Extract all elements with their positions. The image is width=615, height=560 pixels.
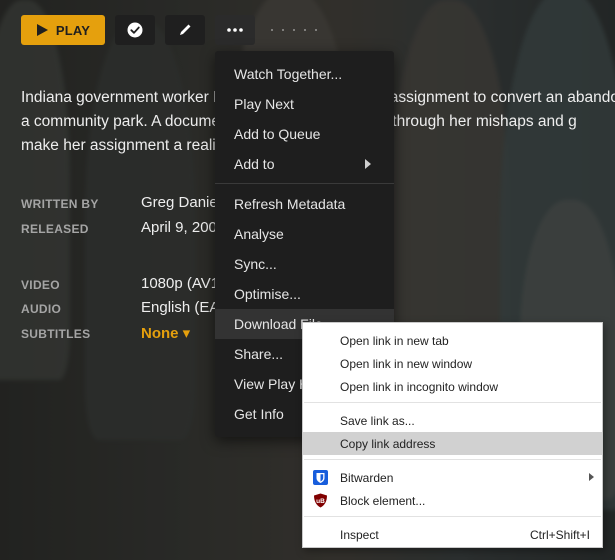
ctx-open-incognito[interactable]: Open link in incognito window (303, 375, 602, 398)
ctx-block-element[interactable]: uB Block element... (303, 489, 602, 512)
ctx-item-label: Open link in new window (340, 356, 473, 371)
subtitles-label: SUBTITLES (21, 327, 91, 341)
action-toolbar: PLAY (21, 15, 317, 45)
check-icon (127, 22, 143, 38)
ublock-shield-icon: uB (314, 493, 327, 508)
menu-item-label: Watch Together... (234, 66, 343, 82)
menu-item-label: Play Next (234, 96, 294, 112)
ctx-save-link-as[interactable]: Save link as... (303, 409, 602, 432)
ctx-item-label: Open link in new tab (340, 333, 449, 348)
browser-context-menu: Open link in new tab Open link in new wi… (302, 322, 603, 548)
subtitles-select[interactable]: None ▾ (141, 324, 190, 342)
released-label: RELEASED (21, 222, 89, 236)
audio-label: AUDIO (21, 302, 62, 316)
ctx-divider (304, 402, 601, 403)
ctx-divider (304, 459, 601, 460)
menu-item-add-to-queue[interactable]: Add to Queue (215, 119, 394, 149)
menu-item-label: Optimise... (234, 286, 301, 302)
menu-item-label: Add to Queue (234, 126, 321, 142)
menu-item-optimise[interactable]: Optimise... (215, 279, 394, 309)
submenu-arrow-icon (589, 473, 594, 481)
menu-item-analyse[interactable]: Analyse (215, 219, 394, 249)
ctx-open-new-window[interactable]: Open link in new window (303, 352, 602, 375)
menu-item-label: Sync... (234, 256, 277, 272)
video-label: VIDEO (21, 278, 60, 292)
ctx-copy-link-address[interactable]: Copy link address (303, 432, 602, 455)
svg-text:uB: uB (316, 498, 325, 505)
play-button-label: PLAY (55, 22, 91, 38)
ctx-item-label: Block element... (340, 493, 426, 508)
ctx-item-label: Copy link address (340, 436, 436, 451)
ctx-item-label: Inspect (340, 527, 379, 542)
ctx-item-label: Bitwarden (340, 470, 394, 485)
ctx-shortcut: Ctrl+Shift+I (529, 527, 590, 542)
menu-item-label: Add to (234, 156, 275, 172)
menu-item-label: Refresh Metadata (234, 196, 346, 212)
menu-item-sync[interactable]: Sync... (215, 249, 394, 279)
edit-button[interactable] (165, 15, 205, 45)
more-icon (227, 28, 243, 32)
ctx-inspect[interactable]: Inspect Ctrl+Shift+I (303, 523, 602, 546)
ctx-bitwarden[interactable]: Bitwarden (303, 466, 602, 489)
menu-item-watch-together[interactable]: Watch Together... (215, 59, 394, 89)
play-icon (36, 24, 48, 36)
menu-item-play-next[interactable]: Play Next (215, 89, 394, 119)
pencil-icon (180, 24, 191, 35)
menu-item-add-to[interactable]: Add to (215, 149, 394, 179)
written-by-label: WRITTEN BY (21, 197, 99, 211)
menu-item-refresh-metadata[interactable]: Refresh Metadata (215, 189, 394, 219)
ctx-open-new-tab[interactable]: Open link in new tab (303, 329, 602, 352)
menu-divider (215, 183, 394, 184)
menu-item-label: Share... (234, 346, 284, 362)
video-value: 1080p (AV1 (141, 275, 220, 292)
more-options-button[interactable] (215, 15, 255, 45)
play-button[interactable]: PLAY (21, 15, 105, 45)
toolbar-overflow-dots (271, 15, 317, 45)
ctx-item-label: Save link as... (340, 413, 415, 428)
mark-watched-button[interactable] (115, 15, 155, 45)
bitwarden-icon (313, 470, 328, 485)
ctx-item-label: Open link in incognito window (340, 379, 499, 394)
menu-item-label: Analyse (234, 226, 284, 242)
released-value: April 9, 2009 (141, 219, 226, 236)
menu-item-label: Get Info (234, 406, 284, 422)
submenu-arrow-icon (365, 159, 371, 169)
ctx-divider (304, 516, 601, 517)
